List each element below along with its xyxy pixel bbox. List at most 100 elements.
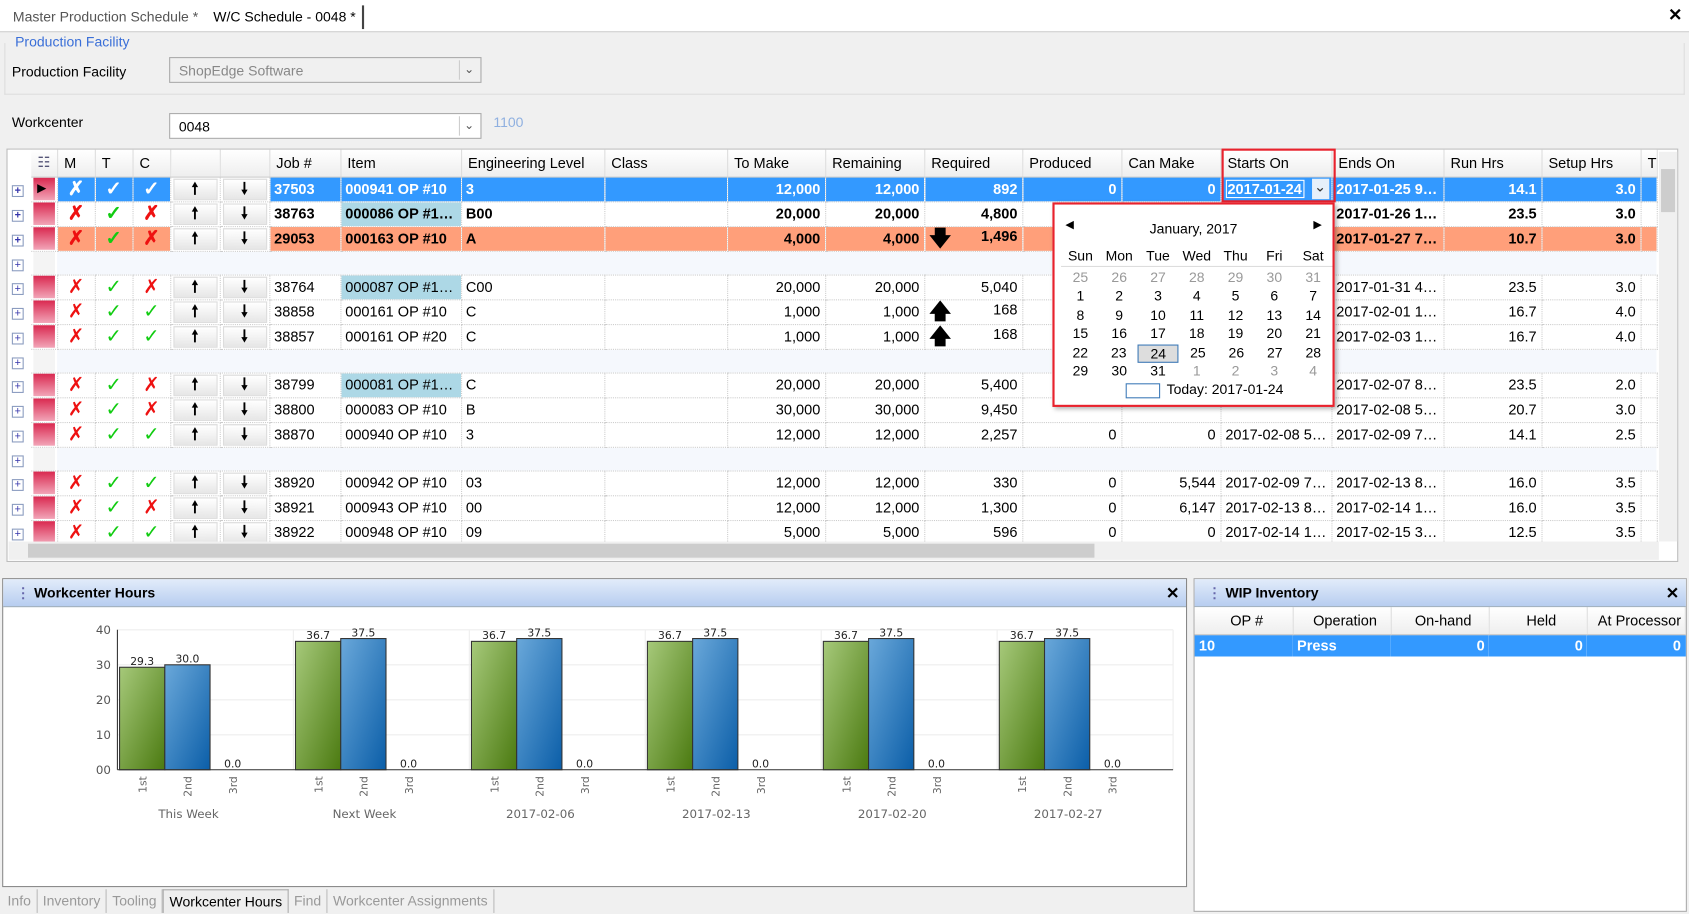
expand-icon[interactable]: + [11, 307, 24, 320]
column-header[interactable] [170, 149, 221, 178]
close-icon[interactable]: ✕ [1666, 584, 1680, 603]
facility-select[interactable]: ShopEdge Software ⌄ [169, 57, 482, 83]
calendar-day[interactable]: 1 [1061, 287, 1100, 306]
calendar-day[interactable]: 14 [1294, 306, 1333, 325]
next-month-icon[interactable]: ▶ [1313, 220, 1321, 232]
move-up-button[interactable]: 🠕 [172, 227, 218, 250]
column-header[interactable]: M [57, 149, 96, 178]
wip-row[interactable]: 10 Press 0 0 0 [1194, 634, 1686, 657]
calendar-day[interactable]: 29 [1061, 363, 1100, 382]
expand-icon[interactable]: + [11, 479, 24, 491]
column-header[interactable]: C [132, 149, 171, 178]
tab-master-production-schedule[interactable]: Master Production Schedule * [6, 5, 204, 29]
move-up-button[interactable]: 🠕 [172, 325, 218, 348]
move-down-button[interactable]: 🠗 [222, 202, 267, 225]
group-row[interactable]: + [9, 446, 1657, 472]
expand-icon[interactable]: + [11, 528, 24, 541]
row-header[interactable] [33, 423, 55, 446]
column-header[interactable]: Job # [269, 149, 341, 178]
move-down-button[interactable]: 🠗 [222, 276, 267, 298]
calendar-day[interactable]: 4 [1294, 363, 1333, 382]
move-down-button[interactable]: 🠗 [222, 398, 267, 421]
column-header[interactable]: To Make [727, 149, 826, 178]
move-down-button[interactable]: 🠗 [222, 325, 267, 348]
calendar-day[interactable]: 26 [1217, 344, 1255, 363]
move-down-button[interactable]: 🠗 [222, 496, 267, 519]
tab-wc-schedule[interactable]: W/C Schedule - 0048 * [206, 5, 365, 30]
table-row[interactable]: + ✗ ✓ ✗ 🠕 🠗 38800 000083 OP #10 B 30,000 3… [9, 397, 1658, 423]
calendar-day[interactable]: 2 [1100, 287, 1139, 306]
calendar-day[interactable]: 11 [1177, 306, 1216, 325]
calendar-day[interactable]: 2 [1216, 363, 1255, 382]
tab-info[interactable]: Info [2, 889, 38, 913]
move-up-button[interactable]: 🠕 [172, 472, 218, 494]
column-chooser-icon[interactable]: ☷ [31, 149, 58, 178]
move-down-button[interactable]: 🠗 [222, 178, 267, 200]
group-row[interactable]: + [9, 250, 1657, 276]
column-header[interactable]: Can Make [1121, 149, 1222, 178]
column-header[interactable]: Ends On [1331, 149, 1444, 178]
move-down-button[interactable]: 🠗 [222, 227, 267, 250]
move-up-button[interactable]: 🠕 [172, 300, 218, 323]
table-row[interactable]: + ▶ ✗ ✓ ✓ 🠕 🠗 37503 000941 OP #10 3 12,000… [9, 176, 1658, 202]
column-header[interactable]: Item [340, 149, 462, 178]
move-up-button[interactable]: 🠕 [172, 202, 218, 225]
calendar-day[interactable]: 6 [1255, 287, 1294, 306]
move-down-button[interactable]: 🠗 [222, 521, 267, 544]
move-up-button[interactable]: 🠕 [172, 521, 218, 544]
tab-workcenter-assignments[interactable]: Workcenter Assignments [328, 889, 495, 913]
tab-workcenter-hours[interactable]: Workcenter Hours [163, 889, 289, 913]
calendar-day[interactable]: 28 [1177, 269, 1216, 288]
column-header[interactable]: Remaining [825, 149, 925, 178]
calendar-day[interactable]: 28 [1294, 344, 1332, 363]
move-up-button[interactable]: 🠕 [172, 398, 218, 421]
calendar-day[interactable]: 10 [1139, 306, 1178, 325]
column-header[interactable]: Engineering Level [461, 149, 605, 178]
move-up-button[interactable]: 🠕 [172, 374, 218, 396]
calendar-day[interactable]: 31 [1294, 269, 1333, 288]
calendar-day[interactable]: 27 [1256, 344, 1294, 363]
column-header[interactable]: T [94, 149, 134, 178]
calendar-day[interactable]: 16 [1100, 325, 1139, 344]
expand-icon[interactable]: + [11, 332, 24, 345]
calendar-day[interactable]: 25 [1179, 344, 1217, 363]
column-header[interactable]: Class [604, 149, 728, 178]
table-row[interactable]: + ✗ ✓ ✓ 🠕 🠗 38920 000942 OP #10 03 12,000 … [9, 470, 1658, 496]
wip-column-header[interactable]: On-hand [1390, 607, 1490, 635]
wip-column-header[interactable]: Held [1488, 607, 1588, 635]
calendar-day[interactable]: 1 [1177, 363, 1216, 382]
tab-find[interactable]: Find [289, 889, 328, 913]
table-row[interactable]: + ✗ ✓ ✗ 🠕 🠗 38763 000086 OP #10... B00 20,… [9, 201, 1658, 227]
expand-icon[interactable]: + [11, 503, 24, 516]
expand-icon[interactable]: + [11, 454, 24, 467]
calendar-day[interactable]: 3 [1255, 363, 1294, 382]
row-header[interactable]: ▶ [33, 177, 55, 201]
calendar-day[interactable]: 12 [1216, 306, 1255, 325]
expand-icon[interactable]: + [11, 283, 24, 295]
calendar-day[interactable]: 15 [1061, 325, 1100, 344]
move-up-button[interactable]: 🠕 [172, 423, 218, 446]
calendar-day[interactable]: 25 [1061, 269, 1100, 288]
group-row[interactable]: + [9, 348, 1657, 374]
row-header[interactable] [33, 275, 55, 299]
row-header[interactable] [33, 325, 55, 348]
expand-icon[interactable]: + [11, 356, 24, 369]
calendar-day[interactable]: 21 [1294, 325, 1333, 344]
calendar-day[interactable]: 22 [1061, 344, 1099, 363]
row-header[interactable] [33, 471, 55, 495]
table-row[interactable]: + ✗ ✓ ✓ 🠕 🠗 38858 000161 OP #10 C 1,000 1,… [9, 299, 1658, 325]
table-row[interactable]: + ✗ ✓ ✗ 🠕 🠗 38921 000943 OP #10 00 12,000 … [9, 495, 1658, 521]
move-down-button[interactable]: 🠗 [222, 423, 267, 446]
calendar-day[interactable]: 8 [1061, 306, 1100, 325]
column-header[interactable]: Run Hrs [1443, 149, 1543, 178]
close-icon[interactable]: ✕ [1166, 584, 1180, 603]
row-header[interactable] [33, 521, 55, 544]
calendar-day[interactable]: 24 [1137, 343, 1179, 363]
calendar-day[interactable]: 17 [1139, 325, 1178, 344]
move-up-button[interactable]: 🠕 [172, 276, 218, 298]
table-row[interactable]: + ✗ ✓ ✗ 🠕 🠗 29053 000163 OP #10 A 4,000 4,… [9, 226, 1658, 252]
move-up-button[interactable]: 🠕 [172, 496, 218, 519]
calendar-day[interactable]: 30 [1100, 363, 1139, 382]
column-header[interactable]: T [1640, 149, 1658, 178]
vertical-scrollbar[interactable] [1658, 151, 1678, 542]
